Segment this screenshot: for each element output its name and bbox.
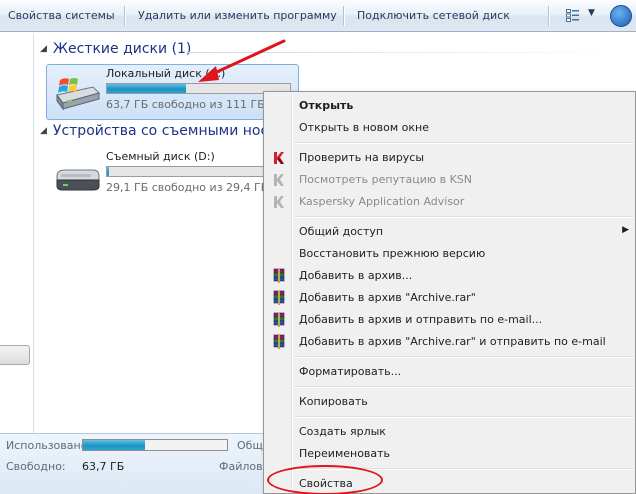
group-header-removable[interactable]: ◢ Устройства со съемными нос [40, 123, 268, 139]
free-value: 63,7 ГБ [82, 460, 125, 473]
menu-item-format[interactable]: Форматировать... [266, 361, 635, 383]
menu-item-copy[interactable]: Копировать [266, 391, 635, 413]
system-properties-button[interactable]: Свойства системы [8, 0, 115, 32]
menu-item-ksn-reputation[interactable]: Посмотреть репутацию в KSN [266, 169, 635, 191]
menu-item-label: Создать ярлык [299, 425, 386, 438]
uninstall-program-button[interactable]: Удалить или изменить программу [138, 0, 337, 32]
winrar-icon [273, 334, 285, 349]
drive-free-space: 29,1 ГБ свободно из 29,4 ГБ [106, 181, 269, 194]
winrar-icon [273, 290, 285, 305]
menu-item-label: Добавить в архив "Archive.rar" [299, 291, 476, 304]
menu-item-label: Проверить на вирусы [299, 151, 425, 164]
menu-item-label: Копировать [299, 395, 368, 408]
map-network-drive-button[interactable]: Подключить сетевой диск [357, 0, 510, 32]
kaspersky-k-gray-icon [274, 174, 284, 186]
kaspersky-k-icon [274, 152, 284, 164]
kaspersky-k-gray-icon [274, 196, 284, 208]
menu-separator [294, 356, 634, 357]
menu-item-label: Посмотреть репутацию в KSN [299, 173, 473, 186]
navigation-pane[interactable] [0, 33, 34, 433]
menu-item-add-archive-rar[interactable]: Добавить в архив "Archive.rar" [266, 287, 635, 309]
context-menu: Открыть Открыть в новом окне Проверить н… [263, 91, 636, 494]
menu-item-share[interactable]: Общий доступ ▶ [266, 221, 635, 243]
view-options-icon[interactable] [566, 9, 580, 22]
menu-separator [294, 216, 634, 217]
details-usage-bar [82, 439, 228, 451]
annotation-highlight-ellipse [267, 465, 383, 494]
menu-item-open[interactable]: Открыть [266, 95, 635, 117]
menu-item-label: Переименовать [299, 447, 391, 460]
view-dropdown-arrow-icon[interactable]: ▼ [588, 8, 595, 18]
menu-separator [294, 142, 634, 143]
menu-item-label: Добавить в архив... [299, 269, 413, 282]
navigation-scrollbar[interactable] [0, 345, 30, 365]
drive-name: Съемный диск (D:) [106, 150, 215, 163]
file-system-label: Файлова [219, 460, 270, 473]
total-size-label: Общ [237, 439, 263, 452]
menu-item-open-new-window[interactable]: Открыть в новом окне [266, 117, 635, 139]
menu-item-label: Открыть [299, 99, 354, 112]
group-title: Жесткие диски (1) [52, 41, 192, 57]
menu-item-scan-virus[interactable]: Проверить на вирусы [266, 147, 635, 169]
free-label: Свободно: [6, 460, 66, 473]
drive-usage-fill [107, 84, 186, 93]
toolbar-separator [548, 6, 549, 26]
menu-item-label: Добавить в архив "Archive.rar" и отправи… [299, 335, 606, 348]
menu-item-archive-email[interactable]: Добавить в архив и отправить по e-mail..… [266, 309, 635, 331]
menu-item-create-shortcut[interactable]: Создать ярлык [266, 421, 635, 443]
group-title: Устройства со съемными нос [52, 123, 269, 139]
menu-item-kaspersky-advisor[interactable]: Kaspersky Application Advisor [266, 191, 635, 213]
details-usage-fill [83, 440, 145, 450]
drive-usage-fill [107, 167, 109, 176]
menu-separator [294, 416, 634, 417]
help-icon[interactable] [610, 5, 632, 27]
toolbar-separator [124, 6, 125, 26]
group-header-hard-disks[interactable]: ◢ Жесткие диски (1) [40, 41, 191, 57]
collapse-arrow-icon[interactable]: ◢ [40, 126, 47, 136]
menu-item-restore-version[interactable]: Восстановить прежнюю версию [266, 243, 635, 265]
menu-item-label: Kaspersky Application Advisor [299, 195, 465, 208]
collapse-arrow-icon[interactable]: ◢ [40, 44, 47, 54]
used-label: Использовано: [6, 439, 92, 452]
menu-item-archive-rar-email[interactable]: Добавить в архив "Archive.rar" и отправи… [266, 331, 635, 353]
submenu-arrow-icon: ▶ [622, 225, 629, 235]
menu-item-label: Форматировать... [299, 365, 402, 378]
annotation-arrow-icon [198, 39, 286, 82]
hard-drive-windows-icon [56, 78, 100, 111]
removable-drive-icon [56, 169, 100, 191]
drive-d[interactable]: Съемный диск (D:) 29,1 ГБ свободно из 29… [46, 147, 299, 203]
menu-item-label: Открыть в новом окне [299, 121, 430, 134]
menu-item-label: Общий доступ [299, 225, 384, 238]
menu-item-label: Добавить в архив и отправить по e-mail..… [299, 313, 543, 326]
menu-item-add-archive[interactable]: Добавить в архив... [266, 265, 635, 287]
command-bar: Свойства системы Удалить или изменить пр… [0, 0, 636, 32]
winrar-icon [273, 268, 285, 283]
menu-item-label: Восстановить прежнюю версию [299, 247, 486, 260]
menu-separator [294, 386, 634, 387]
winrar-icon [273, 312, 285, 327]
drive-free-space: 63,7 ГБ свободно из 111 ГБ [106, 98, 265, 111]
menu-item-rename[interactable]: Переименовать [266, 443, 635, 465]
toolbar-separator [343, 6, 344, 26]
